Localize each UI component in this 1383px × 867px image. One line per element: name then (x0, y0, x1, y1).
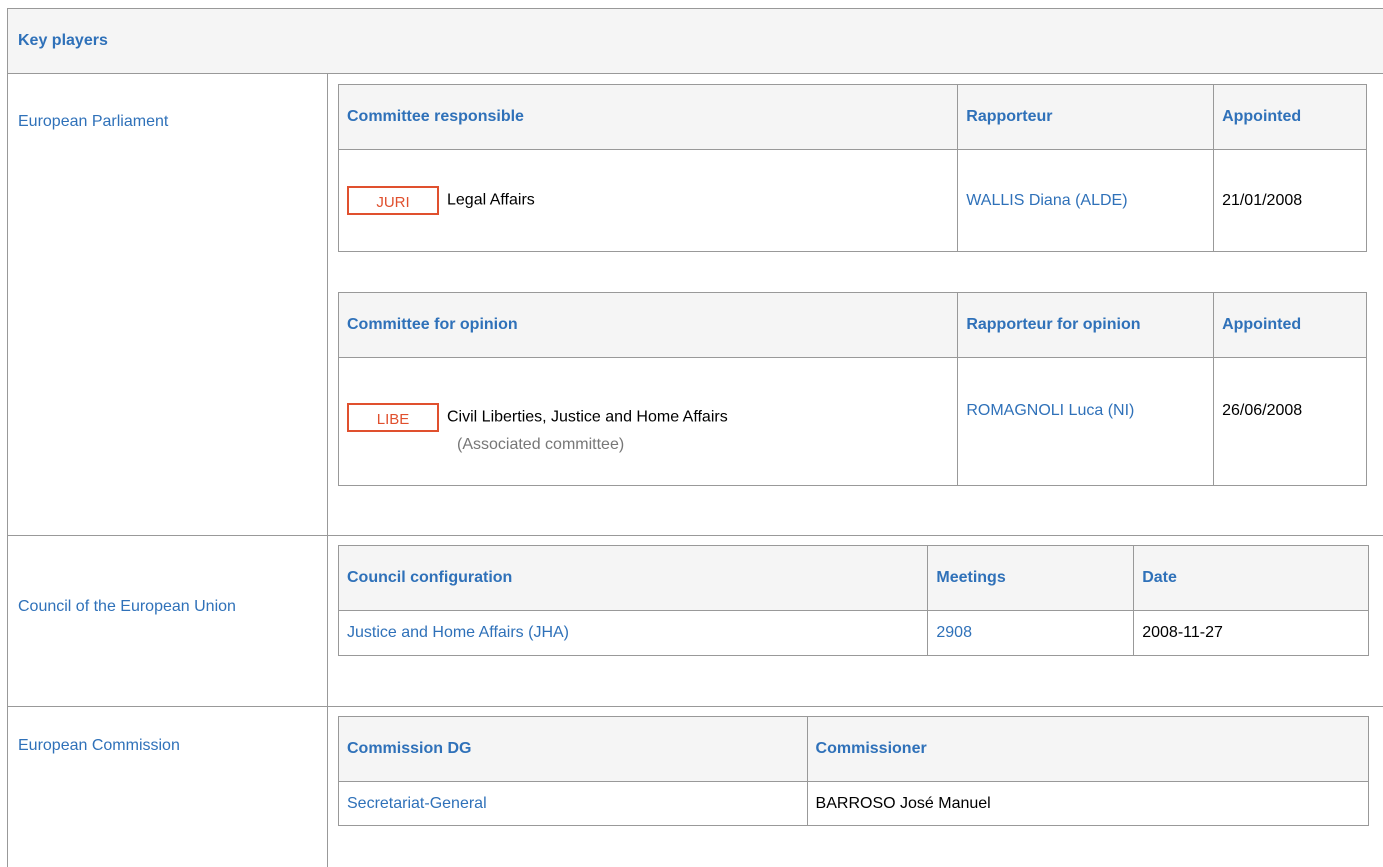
associated-committee-note: (Associated committee) (457, 436, 625, 453)
european-parliament-link[interactable]: European Parliament (18, 113, 168, 130)
col-meetings: Meetings (927, 545, 1135, 611)
meeting-link[interactable]: 2908 (936, 624, 972, 641)
key-players-panel: Key players European Parliament Committe… (7, 8, 1383, 867)
col-appointed-opinion: Appointed (1213, 292, 1367, 358)
col-committee-responsible: Committee responsible (337, 84, 959, 150)
libe-badge[interactable]: LIBE (347, 403, 439, 432)
commission-link[interactable]: European Commission (18, 737, 180, 754)
commission-table: Commission DG Commissioner Secretariat-G… (338, 716, 1370, 826)
council-row: Council of the European Union Council co… (8, 536, 1383, 707)
col-committee-opinion: Committee for opinion (337, 292, 959, 358)
col-commission-dg: Commission DG (338, 716, 808, 782)
commission-row: European Commission Commission DG Commis… (8, 707, 1383, 867)
col-date: Date (1133, 545, 1369, 611)
col-rapporteur: Rapporteur (957, 84, 1215, 150)
key-players-header: Key players (8, 9, 1383, 74)
council-table: Council configuration Meetings Date Just… (337, 545, 1369, 656)
appointed-date: 21/01/2008 (1213, 149, 1367, 252)
rapporteur-link[interactable]: WALLIS Diana (ALDE) (966, 192, 1127, 209)
committee-name: Legal Affairs (447, 191, 535, 209)
council-configuration-link[interactable]: Justice and Home Affairs (JHA) (347, 624, 569, 641)
committee-opinion-table: Committee for opinion Rapporteur for opi… (337, 292, 1367, 486)
col-commissioner: Commissioner (806, 716, 1370, 782)
col-appointed: Appointed (1213, 84, 1367, 150)
committee-responsible-table: Committee responsible Rapporteur Appoint… (337, 84, 1367, 252)
council-date: 2008-11-27 (1133, 610, 1369, 656)
col-council-configuration: Council configuration (337, 545, 929, 611)
commissioner-name: BARROSO José Manuel (806, 781, 1370, 826)
opinion-appointed-date: 26/06/2008 (1213, 357, 1367, 486)
col-rapporteur-opinion: Rapporteur for opinion (957, 292, 1215, 358)
commission-dg-link[interactable]: Secretariat-General (347, 795, 487, 812)
opinion-committee-cell: LIBE Civil Liberties, Justice and Home Af… (337, 357, 959, 486)
juri-badge[interactable]: JURI (347, 186, 439, 215)
council-link[interactable]: Council of the European Union (18, 598, 236, 615)
opinion-rapporteur-link[interactable]: ROMAGNOLI Luca (NI) (966, 402, 1134, 419)
parliament-row: European Parliament Committee responsibl… (8, 74, 1383, 536)
committee-cell: JURI Legal Affairs (337, 149, 959, 252)
key-players-title: Key players (18, 32, 108, 49)
opinion-committee-name: Civil Liberties, Justice and Home Affair… (447, 408, 728, 426)
